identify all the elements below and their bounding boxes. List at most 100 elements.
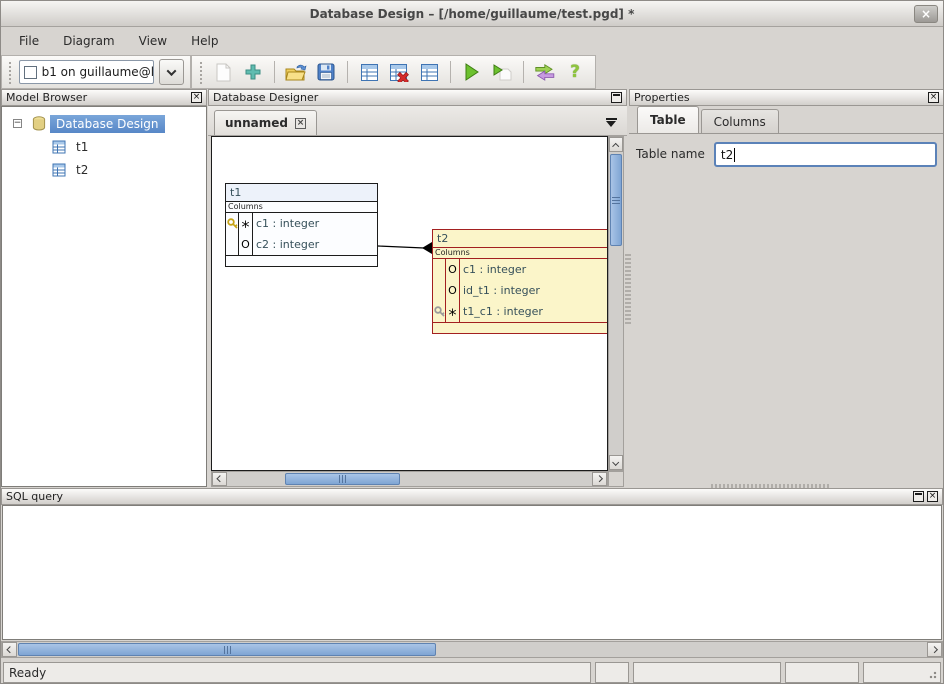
add-table-button[interactable] xyxy=(355,59,383,85)
scroll-left-button[interactable] xyxy=(212,472,227,486)
help-button[interactable]: ? xyxy=(561,59,589,85)
connection-toolbar: b1 on guillaume@localh xyxy=(1,55,191,89)
run-script-icon xyxy=(492,63,512,81)
table-name-value: t2 xyxy=(721,148,733,162)
hscroll-thumb[interactable] xyxy=(285,473,400,485)
diagram-canvas[interactable]: t1 Columns * c1 : integer O c2 : integer xyxy=(211,136,608,471)
column-label: id_t1 : integer xyxy=(460,280,607,301)
table-name-input[interactable]: t2 xyxy=(714,142,937,167)
window-close-button[interactable]: × xyxy=(914,5,938,23)
sql-editor[interactable] xyxy=(2,505,942,640)
window-title: Database Design – [/home/guillaume/test.… xyxy=(310,7,635,21)
tab-table[interactable]: Table xyxy=(637,106,699,133)
tab-list-button[interactable] xyxy=(606,118,617,127)
tab-label: unnamed xyxy=(225,116,288,130)
key-cell-empty xyxy=(433,259,446,280)
properties-title: Properties xyxy=(634,91,925,104)
status-message: Ready xyxy=(3,662,591,683)
designer-tabbar: unnamed × xyxy=(208,106,627,136)
resize-grip[interactable] xyxy=(927,669,937,679)
tab-list-icon xyxy=(606,118,617,120)
column-row[interactable]: O c1 : integer xyxy=(433,259,607,280)
menu-help[interactable]: Help xyxy=(181,30,228,52)
model-browser-header: Model Browser × xyxy=(1,89,207,106)
grip-icon xyxy=(224,646,231,654)
restore-window-icon[interactable] xyxy=(611,92,622,103)
menu-view[interactable]: View xyxy=(129,30,177,52)
entity-title: t1 xyxy=(226,184,377,202)
tree-item-t1[interactable]: t1 xyxy=(70,138,94,156)
close-icon[interactable]: × xyxy=(927,491,938,502)
edit-table-button[interactable] xyxy=(415,59,443,85)
entity-footer xyxy=(433,322,607,333)
delete-table-icon xyxy=(389,63,410,82)
tab-unnamed[interactable]: unnamed × xyxy=(214,110,317,135)
entity-table-t1[interactable]: t1 Columns * c1 : integer O c2 : integer xyxy=(225,183,378,267)
scroll-right-button[interactable] xyxy=(927,642,942,657)
menu-diagram[interactable]: Diagram xyxy=(53,30,125,52)
close-icon[interactable]: × xyxy=(191,92,202,103)
close-icon[interactable]: × xyxy=(928,92,939,103)
titlebar[interactable]: Database Design – [/home/guillaume/test.… xyxy=(1,1,943,27)
sync-direction-button[interactable] xyxy=(531,59,559,85)
add-icon xyxy=(245,64,261,80)
menu-file[interactable]: File xyxy=(9,30,49,52)
designer-vscrollbar[interactable] xyxy=(608,136,624,471)
table-name-label: Table name xyxy=(636,142,705,479)
tree-item-t2[interactable]: t2 xyxy=(70,161,94,179)
grip-icon xyxy=(612,197,620,204)
scroll-left-button[interactable] xyxy=(2,642,17,657)
menubar: File Diagram View Help xyxy=(1,27,943,55)
run-button[interactable] xyxy=(458,59,486,85)
connection-dropdown-button[interactable] xyxy=(159,59,184,85)
database-icon xyxy=(32,116,46,131)
key-cell-empty xyxy=(433,280,446,301)
save-file-button[interactable] xyxy=(312,59,340,85)
entity-title: t2 xyxy=(433,230,607,248)
new-file-button[interactable] xyxy=(209,59,237,85)
window-hscrollbar[interactable] xyxy=(1,641,943,659)
tree-item-database-design[interactable]: Database Design xyxy=(50,115,165,133)
model-browser-title: Model Browser xyxy=(6,91,188,104)
connection-combobox[interactable]: b1 on guillaume@localh xyxy=(19,60,154,84)
sql-query-panel: SQL query × xyxy=(1,488,944,505)
toolbar-separator xyxy=(450,61,451,83)
status-cell xyxy=(785,662,859,683)
column-row[interactable]: * c1 : integer xyxy=(226,213,377,234)
notnull-marker: * xyxy=(239,213,253,234)
tree-row-table[interactable]: t2 xyxy=(2,158,206,181)
add-item-button[interactable] xyxy=(239,59,267,85)
column-row[interactable]: O id_t1 : integer xyxy=(433,280,607,301)
status-text: Ready xyxy=(9,666,46,680)
table-icon xyxy=(52,140,66,154)
table-icon xyxy=(52,163,66,177)
column-label: c1 : integer xyxy=(460,259,607,280)
chevron-right-icon xyxy=(596,475,604,483)
column-row[interactable]: * t1_c1 : integer xyxy=(433,301,607,322)
connection-checkbox[interactable] xyxy=(24,66,37,79)
collapse-icon[interactable]: − xyxy=(13,119,22,128)
entity-footer xyxy=(226,255,377,266)
entity-table-t2[interactable]: t2 Columns O c1 : integer O id_t1 : inte… xyxy=(432,229,608,334)
column-row[interactable]: O c2 : integer xyxy=(226,234,377,255)
scroll-down-button[interactable] xyxy=(609,455,623,470)
scroll-up-button[interactable] xyxy=(609,137,623,152)
maximize-panel-icon[interactable] xyxy=(913,491,924,502)
toolbar-drag-handle[interactable] xyxy=(8,60,13,84)
toolbar-drag-handle[interactable] xyxy=(198,60,203,84)
scroll-right-button[interactable] xyxy=(592,472,607,486)
tab-columns[interactable]: Columns xyxy=(701,109,779,133)
open-file-button[interactable] xyxy=(282,59,310,85)
chevron-down-icon xyxy=(167,66,177,76)
delete-table-button[interactable] xyxy=(385,59,413,85)
new-file-icon xyxy=(215,63,232,82)
app-window: Database Design – [/home/guillaume/test.… xyxy=(0,0,944,684)
tab-close-icon[interactable]: × xyxy=(295,118,306,129)
notnull-marker: * xyxy=(446,301,460,322)
tree-row-root[interactable]: − Database Design xyxy=(2,112,206,135)
hscroll-thumb[interactable] xyxy=(18,643,436,656)
tree-row-table[interactable]: t1 xyxy=(2,135,206,158)
vscroll-thumb[interactable] xyxy=(610,154,622,246)
database-designer-panel: Database Designer unnamed × xyxy=(208,89,627,487)
run-script-button[interactable] xyxy=(488,59,516,85)
